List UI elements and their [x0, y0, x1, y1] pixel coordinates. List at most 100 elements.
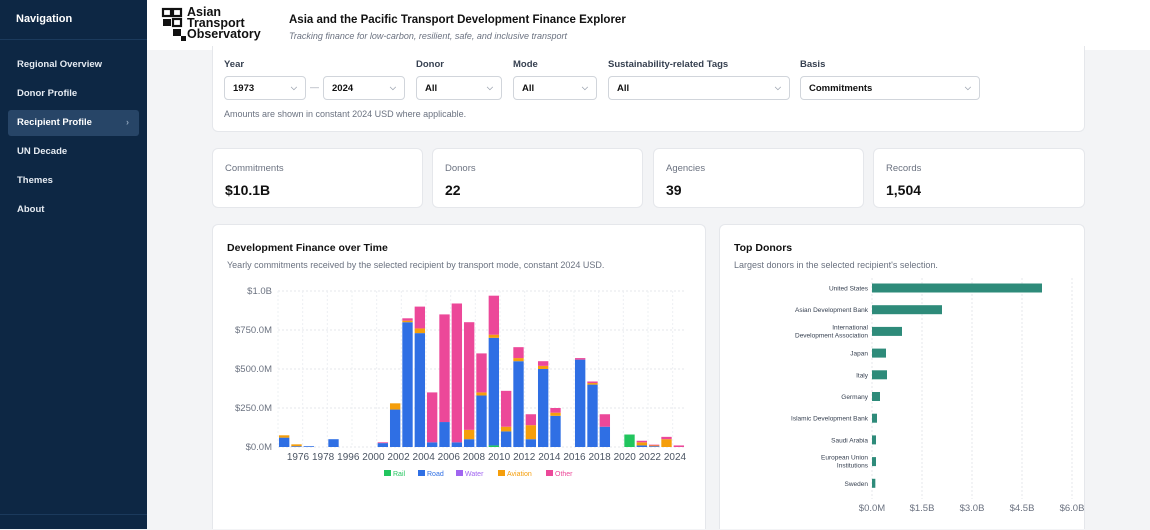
donor-bar[interactable] — [872, 283, 1042, 293]
x-tick-label: 2008 — [463, 452, 486, 463]
bar-segment-road[interactable] — [389, 409, 401, 447]
bar-segment-other[interactable] — [599, 414, 611, 427]
bar-segment-aviation[interactable] — [476, 392, 487, 396]
bar-segment-road[interactable] — [599, 426, 611, 447]
sidebar-item-recipient-profile[interactable]: Recipient Profile › — [8, 110, 139, 136]
legend-label-water[interactable]: Water — [465, 471, 484, 478]
bar-segment-road[interactable] — [525, 439, 537, 447]
asian-transport-observatory-logo[interactable]: Asian Transport Observatory — [161, 6, 281, 46]
sidebar-item-donor-profile[interactable]: Donor Profile — [8, 81, 139, 107]
donor-bar[interactable] — [872, 326, 902, 336]
bar-segment-aviation[interactable] — [550, 412, 561, 416]
bar-segment-road[interactable] — [537, 369, 549, 447]
bar-segment-other[interactable] — [414, 306, 426, 329]
donor-bar[interactable] — [872, 478, 876, 488]
basis-select[interactable]: Commitments ⌵ — [800, 76, 980, 100]
bar-segment-other[interactable] — [636, 440, 648, 443]
bar-segment-other[interactable] — [661, 436, 672, 440]
bar-segment-road[interactable] — [303, 446, 315, 447]
mode-select[interactable]: All ⌵ — [513, 76, 597, 100]
donor-bar[interactable] — [872, 348, 886, 358]
bar-segment-aviation[interactable] — [389, 403, 401, 410]
bar-segment-other[interactable] — [513, 347, 524, 359]
bar-segment-other[interactable] — [488, 295, 500, 335]
x-tick-label: 2018 — [588, 452, 611, 463]
bar-segment-aviation[interactable] — [587, 383, 598, 385]
bar-segment-aviation[interactable] — [291, 444, 302, 447]
bar-segment-rail[interactable] — [624, 434, 635, 447]
bar-segment-road[interactable] — [500, 431, 512, 447]
donor-bar[interactable] — [872, 370, 887, 380]
bar-segment-other[interactable] — [451, 303, 463, 443]
finance-over-time-chart[interactable]: $0.0M $250.0M $500.0M $750.0M $1.0B 1976 1978 1… — [213, 225, 707, 530]
bar-segment-other[interactable] — [476, 353, 487, 393]
bar-segment-other[interactable] — [574, 358, 586, 360]
bar-segment-other[interactable] — [648, 444, 660, 446]
bar-segment-other[interactable] — [377, 442, 389, 444]
bar-segment-aviation[interactable] — [500, 426, 512, 432]
donor-bar[interactable] — [872, 413, 877, 423]
bar-segment-aviation[interactable] — [402, 320, 413, 323]
bar-segment-other[interactable] — [525, 414, 537, 426]
legend-label-aviation[interactable]: Aviation — [507, 471, 532, 478]
bar-segment-aviation[interactable] — [525, 425, 537, 440]
bar-segment-road[interactable] — [426, 442, 438, 447]
legend-label-rail[interactable]: Rail — [393, 471, 406, 478]
donor-bar[interactable] — [872, 305, 942, 315]
x-tick-label: 2024 — [664, 452, 687, 463]
legend-label-other[interactable]: Other — [555, 471, 573, 478]
bar-segment-road[interactable] — [648, 446, 660, 447]
bar-segment-rail[interactable] — [488, 445, 500, 447]
x-tick-label: 2004 — [413, 452, 436, 463]
top-donors-chart[interactable]: $0.0M $1.5B $3.0B $4.5B $6.0B United States As… — [720, 225, 1086, 530]
bar-segment-road[interactable] — [402, 322, 413, 447]
bar-segment-other[interactable] — [587, 381, 598, 384]
bar-segment-other[interactable] — [673, 445, 685, 447]
bar-segment-road[interactable] — [488, 337, 500, 446]
donor-select[interactable]: All ⌵ — [416, 76, 502, 100]
bar-segment-aviation[interactable] — [463, 429, 475, 440]
bar-segment-aviation[interactable] — [636, 442, 648, 446]
year-from-select[interactable]: 1973 ⌵ — [224, 76, 306, 100]
chevron-down-icon: ⌵ — [290, 83, 297, 92]
donor-bar[interactable] — [872, 457, 876, 467]
bar-segment-other[interactable] — [550, 408, 561, 413]
bar-segment-road[interactable] — [278, 437, 290, 447]
mode-label: Mode — [513, 59, 538, 70]
bar-segment-aviation[interactable] — [414, 328, 426, 334]
bar-segment-road[interactable] — [574, 359, 586, 447]
bar-segment-road[interactable] — [328, 439, 339, 447]
bar-segment-aviation[interactable] — [488, 334, 500, 338]
bar-segment-road[interactable] — [291, 446, 302, 447]
legend-label-road[interactable]: Road — [427, 471, 444, 478]
bar-segment-aviation[interactable] — [661, 439, 672, 447]
bar-segment-other[interactable] — [500, 390, 512, 427]
bar-segment-other[interactable] — [426, 392, 438, 443]
bar-segment-road[interactable] — [550, 415, 561, 447]
bar-segment-road[interactable] — [513, 361, 524, 447]
tags-select[interactable]: All ⌵ — [608, 76, 790, 100]
bar-segment-road[interactable] — [476, 395, 487, 447]
bar-segment-other[interactable] — [439, 314, 450, 423]
bar-segment-road[interactable] — [463, 439, 475, 447]
sidebar-item-themes[interactable]: Themes — [8, 168, 139, 194]
bar-segment-road[interactable] — [636, 445, 648, 447]
bar-segment-aviation[interactable] — [537, 365, 549, 369]
bar-segment-other[interactable] — [463, 322, 475, 430]
bar-segment-road[interactable] — [414, 333, 426, 447]
bar-segment-road[interactable] — [377, 443, 389, 447]
bar-segment-aviation[interactable] — [513, 358, 524, 362]
bar-segment-aviation[interactable] — [278, 435, 290, 438]
sidebar-item-regional-overview[interactable]: Regional Overview — [8, 52, 139, 78]
sidebar-item-un-decade[interactable]: UN Decade — [8, 139, 139, 165]
bar-segment-road[interactable] — [439, 422, 450, 447]
donor-bar[interactable] — [872, 392, 880, 401]
bar-segment-aviation[interactable] — [648, 445, 660, 447]
donor-bar[interactable] — [872, 435, 876, 445]
bar-segment-other[interactable] — [402, 318, 413, 321]
year-to-select[interactable]: 2024 ⌵ — [323, 76, 405, 100]
bar-segment-other[interactable] — [537, 361, 549, 366]
bar-segment-road[interactable] — [587, 384, 598, 447]
bar-segment-road[interactable] — [451, 442, 463, 447]
sidebar-item-about[interactable]: About — [8, 197, 139, 223]
